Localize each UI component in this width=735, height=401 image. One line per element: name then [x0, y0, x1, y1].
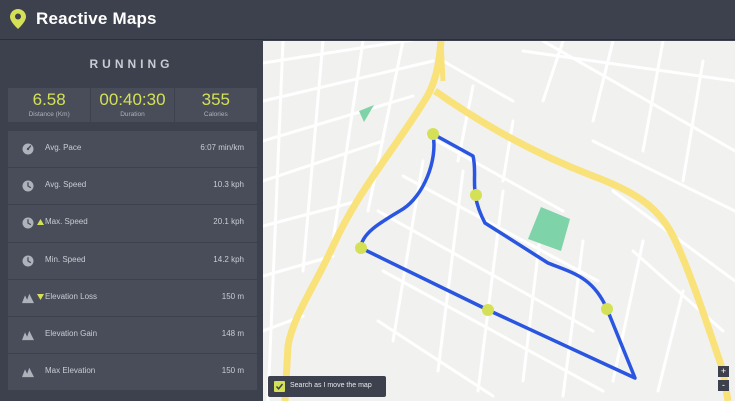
- stat-label: Distance (Km): [28, 111, 70, 118]
- map-view[interactable]: Search as I move the map + -: [263, 41, 735, 401]
- zoom-out-button[interactable]: -: [718, 380, 729, 391]
- map-pin-icon: [10, 9, 26, 29]
- stats-bar: 6.58 Distance (Km) 00:40:30 Duration 355…: [8, 88, 257, 122]
- stat-label: Duration: [120, 111, 145, 118]
- zoom-in-button[interactable]: +: [718, 366, 729, 377]
- checkmark-icon: [275, 383, 284, 390]
- metric-avg-pace: Avg. Pace 6:07 min/km: [8, 131, 257, 169]
- metric-value: 150 m: [221, 291, 244, 301]
- route-marker[interactable]: [427, 128, 439, 140]
- route-marker[interactable]: [470, 189, 482, 201]
- metrics-list: Avg. Pace 6:07 min/km Avg. Speed 10.3 kp…: [8, 131, 257, 392]
- stat-distance: 6.58 Distance (Km): [8, 88, 92, 122]
- map-canvas[interactable]: [263, 41, 735, 401]
- search-toggle-label: Search as I move the map: [290, 382, 372, 389]
- activity-title: RUNNING: [89, 57, 174, 71]
- route-marker[interactable]: [601, 303, 613, 315]
- stat-duration: 00:40:30 Duration: [91, 88, 175, 122]
- metric-label: Avg. Pace: [45, 143, 82, 152]
- metric-value: 148 m: [221, 328, 244, 338]
- metric-max-speed: Max. Speed 20.1 kph: [8, 205, 257, 243]
- metric-value: 10.3 kph: [213, 180, 244, 190]
- route-marker[interactable]: [355, 242, 367, 254]
- mountain-icon: [22, 293, 34, 303]
- metric-elevation-loss: Elevation Loss 150 m: [8, 279, 257, 317]
- stat-value: 6.58: [32, 90, 66, 109]
- mountain-icon: [22, 330, 34, 341]
- metric-label: Max. Speed: [45, 217, 88, 227]
- route-marker[interactable]: [482, 304, 494, 316]
- metric-label: Max Elevation: [45, 366, 96, 376]
- stat-calories: 355 Calories: [175, 88, 257, 122]
- metric-value: 20.1 kph: [213, 217, 244, 227]
- stat-value: 00:40:30: [99, 90, 166, 109]
- metric-label: Min. Speed: [45, 254, 86, 264]
- app: Reactive Maps RUNNING 6.58 Distance (Km)…: [0, 0, 735, 401]
- metric-elevation-gain: Elevation Gain 148 m: [8, 316, 257, 355]
- highway-ramp: [438, 41, 446, 82]
- search-as-move-toggle[interactable]: Search as I move the map: [268, 376, 386, 397]
- metric-value: 6:07 min/km: [200, 143, 244, 152]
- metric-value: 14.2 kph: [213, 254, 244, 264]
- search-checkbox[interactable]: [274, 381, 285, 392]
- metric-label: Avg. Speed: [45, 180, 87, 190]
- metric-min-speed: Min. Speed 14.2 kph: [8, 242, 257, 280]
- clock-icon: [22, 255, 34, 267]
- metric-value: 150 m: [221, 366, 244, 376]
- header: Reactive Maps: [0, 0, 735, 40]
- park: [528, 207, 570, 251]
- metric-max-elevation: Max Elevation 150 m: [8, 354, 257, 392]
- arrow-down-icon: [37, 293, 44, 300]
- sidebar: RUNNING 6.58 Distance (Km) 00:40:30 Dura…: [0, 41, 263, 401]
- speedometer-icon: [22, 143, 34, 155]
- metric-label: Elevation Loss: [45, 291, 98, 301]
- stat-label: Calories: [203, 111, 228, 118]
- arrow-up-icon: [37, 219, 44, 226]
- clock-icon: [22, 217, 34, 229]
- route-line: [359, 132, 637, 380]
- metric-avg-speed: Avg. Speed 10.3 kph: [8, 168, 257, 206]
- stat-value: 355: [201, 90, 230, 109]
- park-small: [359, 105, 374, 122]
- mountain-icon: [22, 367, 34, 378]
- metric-label: Elevation Gain: [45, 328, 98, 338]
- app-title: Reactive Maps: [36, 9, 157, 28]
- clock-icon: [22, 180, 34, 192]
